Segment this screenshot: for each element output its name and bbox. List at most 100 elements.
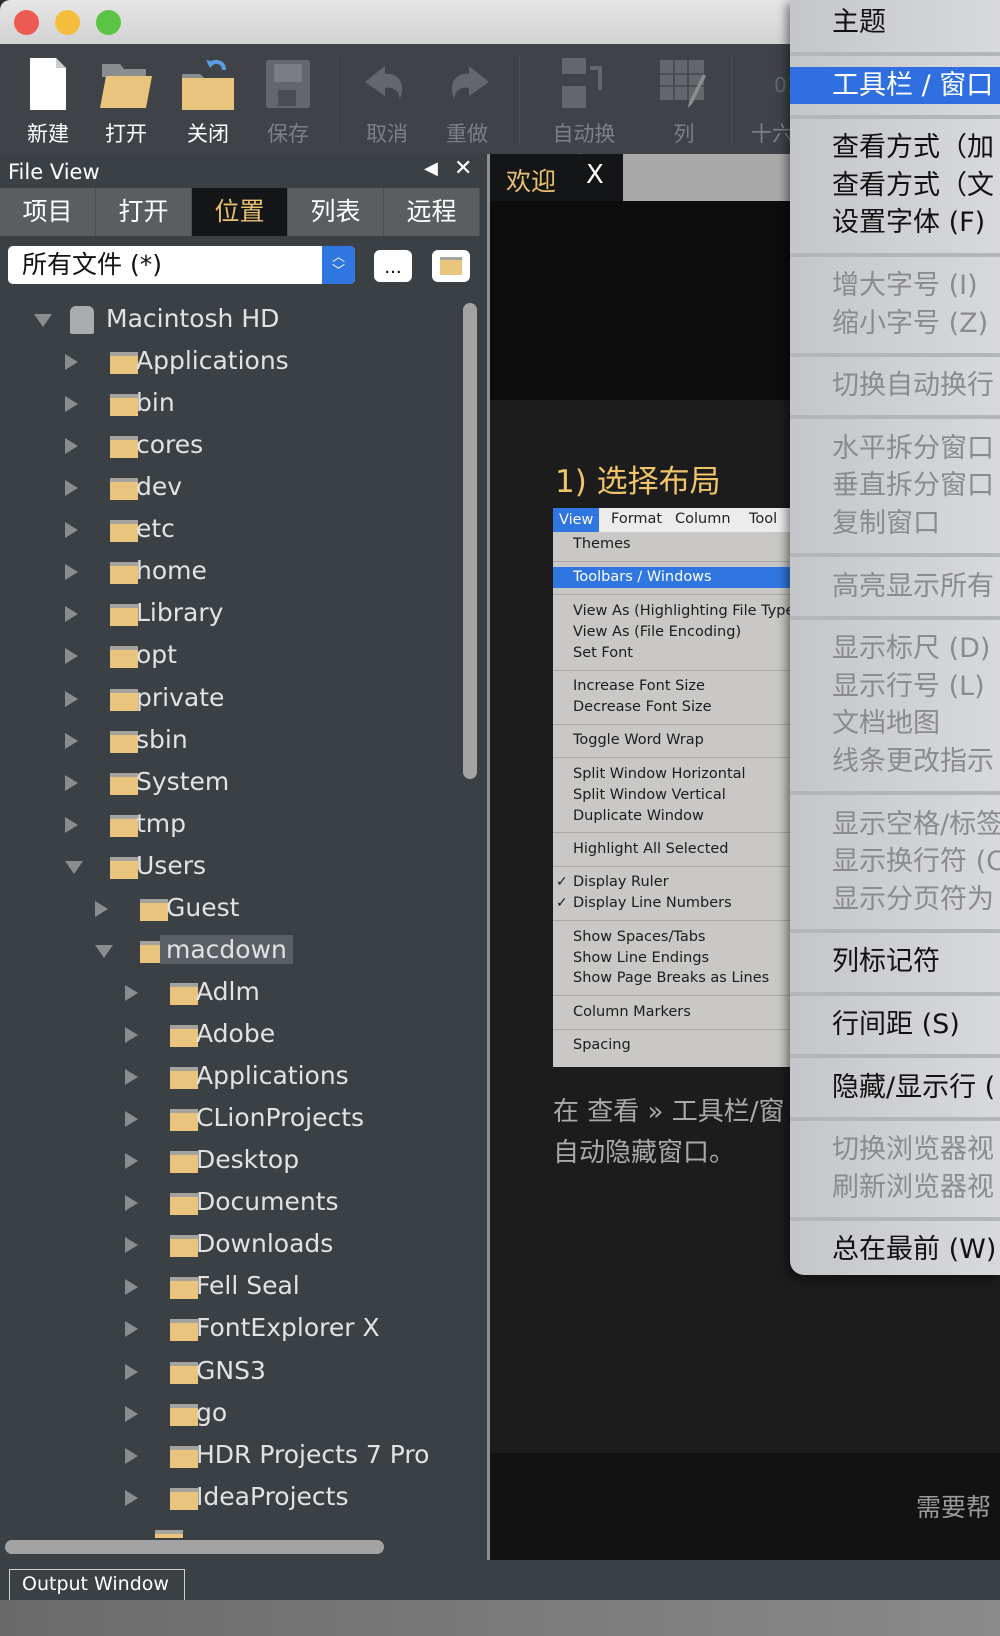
view-menu-item[interactable]: 列标记符 — [790, 943, 1000, 981]
tree-item-clipped[interactable] — [0, 1520, 460, 1538]
tree-item[interactable]: macdown — [0, 931, 460, 971]
disclosure-closed-icon[interactable] — [125, 1027, 138, 1044]
help-link[interactable]: 需要帮 — [916, 1488, 991, 1524]
tab-0[interactable]: 项目 — [0, 188, 96, 236]
word-wrap-icon — [556, 56, 612, 112]
menu-separator — [790, 1216, 1000, 1221]
tree-item[interactable]: Applications — [0, 342, 460, 382]
view-menu-item[interactable]: 行间距 (S) — [790, 1006, 1000, 1044]
toolbar-button-close-folder[interactable]: 关闭 — [170, 44, 246, 154]
tab-3[interactable]: 列表 — [288, 188, 384, 236]
tree-item[interactable]: dev — [0, 468, 460, 508]
tree-item[interactable]: Applications — [0, 1057, 460, 1097]
tree-item[interactable]: HDR Projects 7 Pro — [0, 1436, 460, 1476]
view-menu-item[interactable]: 工具栏 / 窗口 — [790, 66, 1000, 105]
horizontal-scrollbar[interactable] — [5, 1540, 384, 1554]
tree-item[interactable]: Library — [0, 594, 460, 634]
tree-item[interactable]: CLionProjects — [0, 1099, 460, 1139]
disclosure-closed-icon[interactable] — [125, 984, 138, 1001]
tree-item[interactable]: Downloads — [0, 1225, 460, 1265]
disclosure-closed-icon[interactable] — [65, 522, 78, 539]
tree-item[interactable]: Fell Seal — [0, 1267, 460, 1307]
tree-item[interactable]: IdeaProjects — [0, 1478, 460, 1518]
tab-1[interactable]: 打开 — [96, 188, 192, 236]
minimize-window-button[interactable] — [55, 10, 80, 35]
folder-icon — [155, 1529, 183, 1538]
tree-item[interactable]: FontExplorer X — [0, 1309, 460, 1349]
disclosure-closed-icon[interactable] — [125, 1489, 138, 1506]
tree-item[interactable]: sbin — [0, 721, 460, 761]
disclosure-open-icon[interactable] — [95, 944, 113, 958]
disclosure-closed-icon[interactable] — [65, 396, 78, 413]
tree-item[interactable]: Adlm — [0, 973, 460, 1013]
tree-item-label: macdown — [160, 934, 293, 964]
disclosure-open-icon[interactable] — [34, 314, 52, 327]
disclosure-closed-icon[interactable] — [125, 1321, 138, 1338]
tree-item[interactable]: Macintosh HD — [0, 300, 460, 340]
disclosure-closed-icon[interactable] — [65, 774, 78, 791]
disclosure-closed-icon[interactable] — [65, 732, 78, 749]
disclosure-closed-icon[interactable] — [95, 900, 108, 917]
disclosure-closed-icon[interactable] — [125, 1111, 138, 1128]
toolbar-button-undo[interactable]: 取消 — [349, 44, 425, 154]
disclosure-closed-icon[interactable] — [65, 690, 78, 707]
view-menu-item[interactable]: 主题 — [790, 4, 1000, 42]
disclosure-closed-icon[interactable] — [125, 1279, 138, 1296]
tree-item[interactable]: Guest — [0, 889, 460, 929]
disclosure-closed-icon[interactable] — [65, 648, 78, 665]
disclosure-closed-icon[interactable] — [125, 1153, 138, 1170]
tree-item[interactable]: etc — [0, 510, 460, 550]
disclosure-closed-icon[interactable] — [125, 1195, 138, 1212]
disclosure-closed-icon[interactable] — [65, 816, 78, 833]
view-menu-item[interactable]: 隐藏/显示行 ( — [790, 1069, 1000, 1107]
toolbar-separator — [519, 54, 520, 144]
tree-item[interactable]: cores — [0, 426, 460, 466]
zoom-window-button[interactable] — [96, 10, 121, 35]
tree-item[interactable]: GNS3 — [0, 1352, 460, 1392]
toolbar-button-new-file[interactable]: 新建 — [10, 44, 86, 154]
toolbar-button-open-folder[interactable]: 打开 — [88, 44, 164, 154]
disclosure-closed-icon[interactable] — [65, 606, 78, 623]
tree-item[interactable]: bin — [0, 384, 460, 424]
toolbar-button-redo[interactable]: 重做 — [429, 44, 505, 154]
tree-item[interactable]: opt — [0, 636, 460, 676]
tree-item-label: dev — [136, 472, 183, 502]
close-tab-icon[interactable]: X — [586, 160, 604, 190]
output-window-tab[interactable]: Output Window — [9, 1569, 185, 1601]
disclosure-open-icon[interactable] — [65, 860, 83, 874]
disclosure-closed-icon[interactable] — [125, 1069, 138, 1086]
view-menu-item[interactable]: 总在最前 (W) — [790, 1231, 1000, 1269]
tree-item[interactable]: Documents — [0, 1183, 460, 1223]
view-menu-item[interactable]: 查看方式（加 — [790, 129, 1000, 167]
toolbar-button-save[interactable]: 保存 — [250, 44, 326, 154]
disclosure-closed-icon[interactable] — [65, 480, 78, 497]
view-menu-item[interactable]: 查看方式（文 — [790, 167, 1000, 205]
toolbar-button-word-wrap[interactable]: 自动换行 — [546, 44, 622, 176]
tree-item[interactable]: Desktop — [0, 1141, 460, 1181]
disclosure-closed-icon[interactable] — [65, 564, 78, 581]
toolbar-button-column[interactable]: 列 — [646, 44, 722, 154]
disclosure-closed-icon[interactable] — [125, 1405, 138, 1422]
view-menu-item: 显示标尺 (D) — [832, 633, 991, 665]
disclosure-closed-icon[interactable] — [65, 438, 78, 455]
tree-item[interactable]: Users — [0, 847, 460, 887]
view-menu-item[interactable]: 设置字体 (F) — [790, 204, 1000, 242]
tree-item[interactable]: System — [0, 763, 460, 803]
tree-item[interactable]: private — [0, 679, 460, 719]
tab-4[interactable]: 远程 — [384, 188, 480, 236]
disclosure-closed-icon[interactable] — [125, 1447, 138, 1464]
tab-2[interactable]: 位置 — [192, 188, 288, 236]
close-window-button[interactable] — [14, 10, 39, 35]
tree-item[interactable]: Adobe — [0, 1015, 460, 1055]
tree-item[interactable]: home — [0, 552, 460, 592]
screenshot-menu-separator — [553, 1028, 793, 1030]
redo-icon — [439, 56, 495, 112]
tab-welcome[interactable]: 欢迎 X — [490, 154, 623, 201]
disclosure-closed-icon[interactable] — [125, 1237, 138, 1254]
vertical-scrollbar[interactable] — [463, 303, 477, 779]
disclosure-closed-icon[interactable] — [65, 354, 78, 371]
tree-item[interactable]: tmp — [0, 805, 460, 845]
screenshot-menu-item: Duplicate Window — [553, 806, 793, 827]
tree-item[interactable]: go — [0, 1394, 460, 1434]
disclosure-closed-icon[interactable] — [125, 1363, 138, 1380]
